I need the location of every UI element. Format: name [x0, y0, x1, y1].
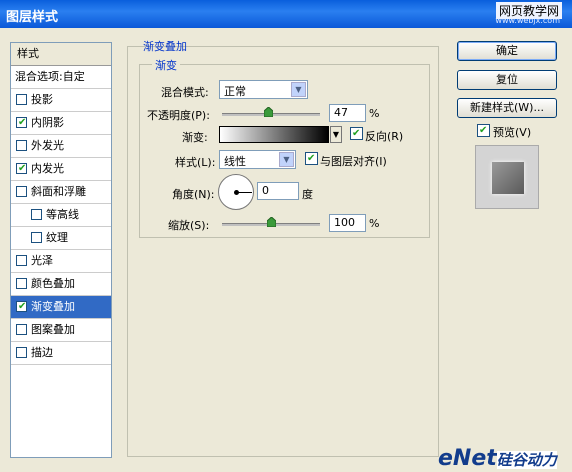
opacity-label: 不透明度(P): — [147, 109, 210, 122]
sidebar-item-label: 光泽 — [31, 254, 53, 267]
blend-options-item[interactable]: 混合选项:自定 — [11, 66, 111, 89]
window-title: 图层样式 — [6, 10, 59, 25]
align-with-layer-label: 与图层对齐(I) — [320, 155, 387, 168]
sidebar-item-label: 投影 — [31, 93, 53, 106]
styles-list: 样式 混合选项:自定 投影 ✔ 内阴影外发光 ✔ 内发光斜面和浮雕等高线纹理光泽颜色叠加… — [10, 42, 112, 458]
style-preview — [475, 145, 539, 209]
sidebar-item[interactable]: ✔ 内发光 — [11, 158, 111, 181]
sidebar-item[interactable]: 外发光 — [11, 135, 111, 158]
opacity-unit: % — [369, 107, 380, 120]
watermark-url: www.webjx.com — [495, 16, 560, 25]
sidebar-item-checkbox[interactable] — [31, 232, 42, 243]
checkmark-icon: ✔ — [307, 153, 316, 164]
gradient-preview-bar[interactable] — [219, 126, 329, 143]
reset-button[interactable]: 复位 — [457, 70, 557, 90]
blend-mode-label: 混合模式: — [161, 86, 209, 99]
sidebar-item[interactable]: 斜面和浮雕 — [11, 181, 111, 204]
title-bar: 图层样式 网页教学网 www.webjx.com — [0, 0, 572, 28]
scale-unit: % — [369, 217, 380, 230]
sidebar-item-label: 外发光 — [31, 139, 64, 152]
sidebar-item-label: 斜面和浮雕 — [31, 185, 86, 198]
checkmark-icon: ✔ — [18, 163, 27, 174]
gradient-dropdown-arrow[interactable]: ▼ — [330, 126, 342, 143]
reverse-label: 反向(R) — [365, 130, 404, 143]
blend-mode-select[interactable]: 正常 ▼ — [219, 80, 308, 99]
sidebar-item[interactable]: 等高线 — [11, 204, 111, 227]
checkmark-icon: ✔ — [18, 117, 27, 128]
sidebar-item-checkbox[interactable] — [16, 347, 27, 358]
sidebar-item-checkbox[interactable] — [16, 278, 27, 289]
chevron-down-icon: ▼ — [279, 152, 294, 167]
sidebar-item[interactable]: 颜色叠加 — [11, 273, 111, 296]
sidebar-item-label: 纹理 — [46, 231, 68, 244]
sidebar-item-checkbox[interactable]: ✔ — [16, 301, 27, 312]
styles-header[interactable]: 样式 — [11, 43, 111, 66]
sidebar-item-checkbox[interactable] — [16, 140, 27, 151]
checkmark-icon: ✔ — [18, 301, 27, 312]
sidebar-item-checkbox[interactable]: ✔ — [16, 117, 27, 128]
angle-dial-center — [234, 190, 239, 195]
opacity-input[interactable]: 47 — [329, 104, 366, 122]
sidebar-item-label: 图案叠加 — [31, 323, 75, 336]
sidebar-item[interactable]: 光泽 — [11, 250, 111, 273]
align-with-layer-checkbox[interactable]: ✔ — [305, 152, 318, 165]
sidebar-item-label: 内发光 — [31, 162, 64, 175]
scale-input[interactable]: 100 — [329, 214, 366, 232]
sidebar-item-checkbox[interactable] — [16, 255, 27, 266]
sidebar-item-checkbox[interactable] — [16, 94, 27, 105]
sidebar-item-label: 颜色叠加 — [31, 277, 75, 290]
enet-logo: eNet硅谷动力 — [438, 446, 557, 471]
preview-label: 预览(V) — [493, 126, 532, 139]
sidebar-item-label: 等高线 — [46, 208, 79, 221]
sidebar-item[interactable]: 纹理 — [11, 227, 111, 250]
angle-label: 角度(N): — [172, 188, 215, 201]
sidebar-item-label: 描边 — [31, 346, 53, 359]
scale-slider-thumb[interactable] — [267, 217, 276, 227]
chevron-down-icon: ▼ — [291, 82, 306, 97]
style-label: 样式(L): — [175, 156, 216, 169]
sidebar-item[interactable]: ✔ 内阴影 — [11, 112, 111, 135]
sidebar-item[interactable]: 投影 — [11, 89, 111, 112]
checkmark-icon: ✔ — [479, 125, 488, 136]
sidebar-item[interactable]: 图案叠加 — [11, 319, 111, 342]
opacity-slider-thumb[interactable] — [264, 107, 274, 117]
sidebar-item-checkbox[interactable] — [16, 324, 27, 335]
scale-label: 缩放(S): — [168, 219, 210, 232]
angle-dial[interactable] — [218, 174, 254, 210]
sidebar-item-checkbox[interactable] — [31, 209, 42, 220]
gradient-label: 渐变: — [182, 131, 208, 144]
sidebar-item-checkbox[interactable]: ✔ — [16, 163, 27, 174]
new-style-button[interactable]: 新建样式(W)... — [457, 98, 557, 118]
angle-unit: 度 — [302, 188, 313, 201]
subgroup-title: 渐变 — [152, 57, 180, 73]
style-value: 线性 — [224, 155, 246, 168]
preview-swatch — [492, 162, 524, 194]
blend-mode-value: 正常 — [224, 85, 246, 98]
reverse-checkbox[interactable]: ✔ — [350, 127, 363, 140]
sidebar-item[interactable]: ✔ 渐变叠加 — [11, 296, 111, 319]
preview-checkbox[interactable]: ✔ — [477, 124, 490, 137]
sidebar-item-label: 渐变叠加 — [31, 300, 75, 313]
ok-button[interactable]: 确定 — [457, 41, 557, 61]
style-select[interactable]: 线性 ▼ — [219, 150, 296, 169]
checkmark-icon: ✔ — [352, 128, 361, 139]
panel-title: 渐变叠加 — [143, 40, 187, 53]
sidebar-item-label: 内阴影 — [31, 116, 64, 129]
angle-input[interactable]: 0 — [257, 182, 299, 200]
sidebar-item-checkbox[interactable] — [16, 186, 27, 197]
sidebar-item[interactable]: 描边 — [11, 342, 111, 365]
